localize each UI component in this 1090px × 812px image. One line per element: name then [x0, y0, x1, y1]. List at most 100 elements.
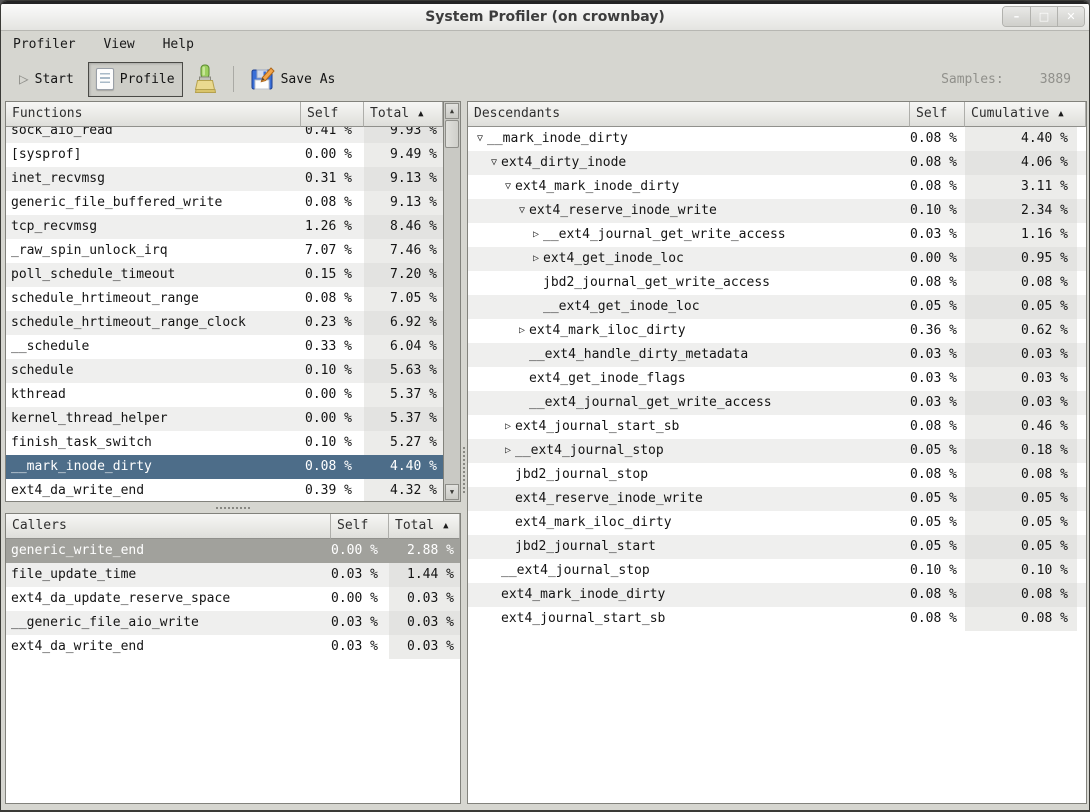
table-row[interactable]: file_update_time0.03 %1.44 % — [6, 563, 460, 587]
tree-row[interactable]: ▷__ext4_journal_get_write_access0.03 %1.… — [468, 223, 1086, 247]
cell-total-percent: 4.40 % — [364, 455, 443, 479]
tree-row[interactable]: ext4_get_inode_flags0.03 %0.03 % — [468, 367, 1086, 391]
cell-cumulative-percent: 0.10 % — [965, 559, 1077, 583]
callers-self-column-header[interactable]: Self — [331, 514, 389, 539]
cell-function-name: tcp_recvmsg — [6, 215, 301, 239]
cell-function-name: ▽ext4_mark_inode_dirty — [468, 175, 910, 199]
tree-row[interactable]: ext4_mark_inode_dirty0.08 %0.08 % — [468, 583, 1086, 607]
cell-self-percent: 1.26 % — [301, 215, 358, 239]
table-row[interactable]: __generic_file_aio_write0.03 %0.03 % — [6, 611, 460, 635]
functions-total-column-header[interactable]: Total▲ — [364, 102, 443, 127]
scroll-up-button[interactable]: ▲ — [445, 103, 459, 119]
cell-function-name: poll_schedule_timeout — [6, 263, 301, 287]
cell-cumulative-percent: 0.05 % — [965, 295, 1077, 319]
table-row[interactable]: __mark_inode_dirty0.08 %4.40 % — [6, 455, 443, 479]
tree-row[interactable]: ▷ext4_get_inode_loc0.00 %0.95 % — [468, 247, 1086, 271]
profile-toggle-button[interactable]: Profile — [88, 62, 183, 97]
expander-expanded-icon[interactable]: ▽ — [515, 199, 529, 223]
tree-row[interactable]: jbd2_journal_stop0.08 %0.08 % — [468, 463, 1086, 487]
expander-collapsed-icon[interactable]: ▷ — [515, 319, 529, 343]
minimize-button[interactable]: – — [1003, 7, 1030, 26]
expander-expanded-icon[interactable]: ▽ — [501, 175, 515, 199]
total-column-label: Total — [370, 106, 409, 121]
cell-function-name: __schedule — [6, 335, 301, 359]
table-row[interactable]: schedule0.10 %5.63 % — [6, 359, 443, 383]
functions-column-header[interactable]: Functions — [6, 102, 301, 127]
table-row[interactable]: schedule_hrtimeout_range_clock0.23 %6.92… — [6, 311, 443, 335]
tree-row[interactable]: __ext4_handle_dirty_metadata0.03 %0.03 % — [468, 343, 1086, 367]
tree-row[interactable]: __ext4_journal_stop0.10 %0.10 % — [468, 559, 1086, 583]
cell-self-percent: 0.31 % — [301, 167, 358, 191]
expander-expanded-icon[interactable]: ▽ — [487, 151, 501, 175]
tree-row[interactable]: ▽ext4_mark_inode_dirty0.08 %3.11 % — [468, 175, 1086, 199]
functions-column-label: Functions — [12, 106, 82, 121]
tree-row[interactable]: __ext4_journal_get_write_access0.03 %0.0… — [468, 391, 1086, 415]
callers-total-column-header[interactable]: Total▲ — [389, 514, 460, 539]
tree-row[interactable]: ext4_mark_iloc_dirty0.05 %0.05 % — [468, 511, 1086, 535]
tree-row[interactable]: ▽ext4_reserve_inode_write0.10 %2.34 % — [468, 199, 1086, 223]
tree-row[interactable]: ext4_reserve_inode_write0.05 %0.05 % — [468, 487, 1086, 511]
tree-row[interactable]: __ext4_get_inode_loc0.05 %0.05 % — [468, 295, 1086, 319]
expander-collapsed-icon[interactable]: ▷ — [529, 223, 543, 247]
menu-profiler[interactable]: Profiler — [13, 31, 76, 58]
cell-function-name: finish_task_switch — [6, 431, 301, 455]
cell-function-name: ▽ext4_dirty_inode — [468, 151, 910, 175]
tree-row[interactable]: ▷__ext4_journal_stop0.05 %0.18 % — [468, 439, 1086, 463]
table-row[interactable]: ext4_da_write_end0.39 %4.32 % — [6, 479, 443, 501]
maximize-button[interactable]: □ — [1030, 7, 1057, 26]
horizontal-splitter[interactable] — [5, 502, 461, 513]
table-row[interactable]: kthread0.00 %5.37 % — [6, 383, 443, 407]
menu-help[interactable]: Help — [163, 31, 194, 58]
tree-row[interactable]: ext4_journal_start_sb0.08 %0.08 % — [468, 607, 1086, 631]
tree-row[interactable]: jbd2_journal_start0.05 %0.05 % — [468, 535, 1086, 559]
descendants-column-header[interactable]: Descendants — [468, 102, 910, 127]
close-icon: ✕ — [1066, 10, 1075, 23]
table-row[interactable]: ext4_da_write_end0.03 %0.03 % — [6, 635, 460, 659]
table-row[interactable]: __schedule0.33 %6.04 % — [6, 335, 443, 359]
window-title: System Profiler (on crownbay) — [1, 4, 1089, 31]
tree-row[interactable]: ▷ext4_journal_start_sb0.08 %0.46 % — [468, 415, 1086, 439]
functions-scrollbar[interactable]: ▲ ▼ — [443, 102, 460, 501]
tree-row[interactable]: ▽__mark_inode_dirty0.08 %4.40 % — [468, 127, 1086, 151]
scrollbar-thumb[interactable] — [445, 120, 459, 148]
table-row[interactable]: tcp_recvmsg1.26 %8.46 % — [6, 215, 443, 239]
descendants-cumulative-column-header[interactable]: Cumulative▲ — [965, 102, 1086, 127]
table-row[interactable]: ext4_da_update_reserve_space0.00 %0.03 % — [6, 587, 460, 611]
cell-total-percent: 7.20 % — [364, 263, 443, 287]
table-row[interactable]: generic_file_buffered_write0.08 %9.13 % — [6, 191, 443, 215]
expander-collapsed-icon[interactable]: ▷ — [501, 439, 515, 463]
table-row[interactable]: poll_schedule_timeout0.15 %7.20 % — [6, 263, 443, 287]
descendants-self-column-header[interactable]: Self — [910, 102, 965, 127]
functions-self-column-header[interactable]: Self — [301, 102, 364, 127]
reset-button[interactable] — [185, 62, 224, 97]
tree-row[interactable]: ▷ext4_mark_iloc_dirty0.36 %0.62 % — [468, 319, 1086, 343]
menu-view[interactable]: View — [103, 31, 134, 58]
tree-row[interactable]: jbd2_journal_get_write_access0.08 %0.08 … — [468, 271, 1086, 295]
cell-self-percent: 7.07 % — [301, 239, 358, 263]
callers-column-header[interactable]: Callers — [6, 514, 331, 539]
expander-collapsed-icon[interactable]: ▷ — [529, 247, 543, 271]
cell-total-percent: 4.32 % — [364, 479, 443, 501]
minimize-icon: – — [1014, 10, 1020, 23]
save-as-button[interactable]: Save As — [243, 62, 344, 97]
toolbar: ▷ Start Profile — [1, 58, 1089, 100]
table-row[interactable]: schedule_hrtimeout_range0.08 %7.05 % — [6, 287, 443, 311]
cell-function-name: ext4_mark_iloc_dirty — [468, 511, 910, 535]
start-button[interactable]: ▷ Start — [11, 62, 82, 97]
table-row[interactable]: finish_task_switch0.10 %5.27 % — [6, 431, 443, 455]
table-row[interactable]: generic_write_end0.00 %2.88 % — [6, 539, 460, 563]
table-row[interactable]: kernel_thread_helper0.00 %5.37 % — [6, 407, 443, 431]
close-button[interactable]: ✕ — [1057, 7, 1084, 26]
table-row[interactable]: [sysprof]0.00 %9.49 % — [6, 143, 443, 167]
expander-expanded-icon[interactable]: ▽ — [473, 127, 487, 151]
table-row[interactable]: _raw_spin_unlock_irq7.07 %7.46 % — [6, 239, 443, 263]
titlebar[interactable]: System Profiler (on crownbay) – □ ✕ — [1, 4, 1089, 31]
self-column-label: Self — [916, 106, 947, 121]
table-row[interactable]: sock_aio_read0.41 %9.93 % — [6, 127, 443, 143]
tree-row[interactable]: ▽ext4_dirty_inode0.08 %4.06 % — [468, 151, 1086, 175]
cell-function-name: ext4_da_write_end — [6, 635, 331, 659]
cell-self-percent: 0.00 % — [301, 407, 358, 431]
scroll-down-button[interactable]: ▼ — [445, 484, 459, 500]
expander-collapsed-icon[interactable]: ▷ — [501, 415, 515, 439]
table-row[interactable]: inet_recvmsg0.31 %9.13 % — [6, 167, 443, 191]
